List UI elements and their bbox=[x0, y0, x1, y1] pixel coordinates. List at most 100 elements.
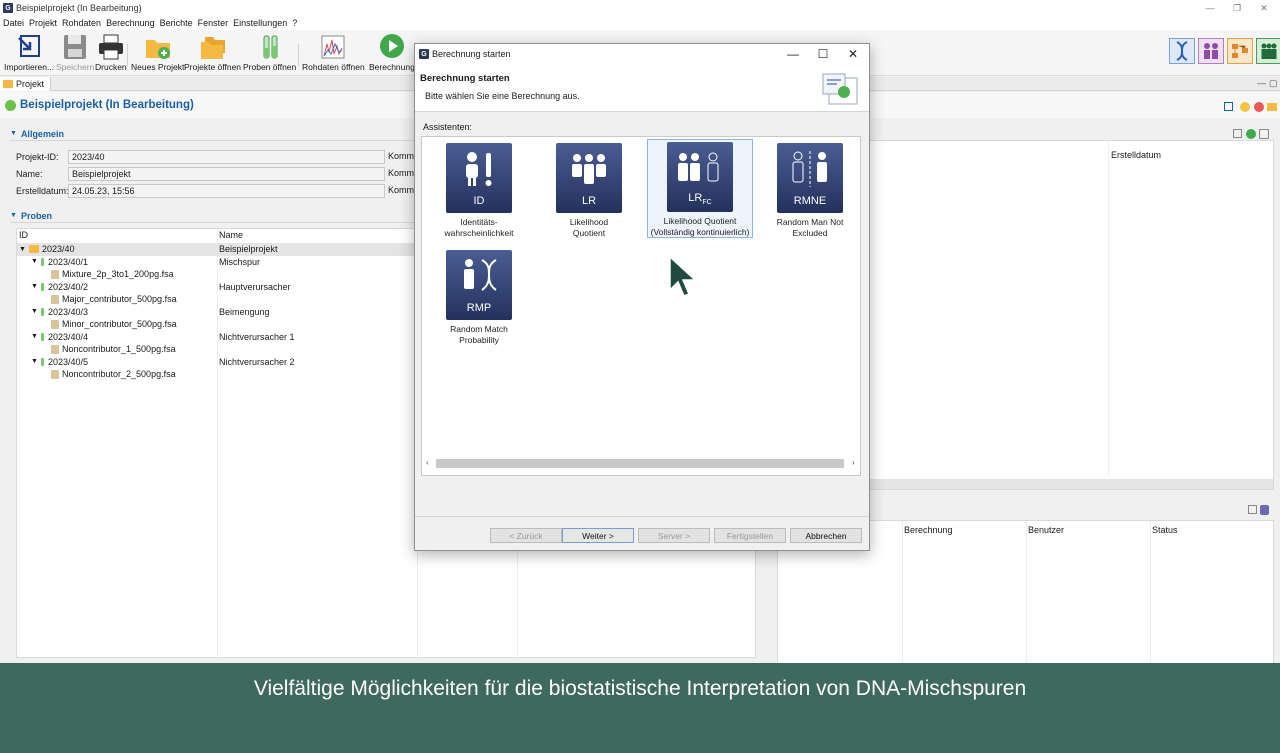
dialog-subtitle: Bitte wählen Sie eine Berechnung aus. bbox=[425, 91, 580, 101]
menu-fenster[interactable]: Fenster bbox=[198, 18, 229, 28]
column-header-id[interactable]: ID bbox=[19, 229, 28, 242]
workflow-icon bbox=[1232, 44, 1248, 58]
menu-datei[interactable]: Datei bbox=[3, 18, 24, 28]
open-projects-button[interactable]: Projekte öffnen bbox=[184, 32, 241, 72]
caption-banner: Vielfältige Möglichkeiten für die biosta… bbox=[0, 663, 1280, 715]
file-icon bbox=[51, 369, 59, 379]
card-random-man-not-excluded[interactable]: RMNE Random Man Not Excluded bbox=[757, 141, 863, 239]
menu-bar: Datei Projekt Rohdaten Berechnung Berich… bbox=[0, 16, 1280, 30]
window-titlebar: G Beispielprojekt (In Bearbeitung) — ❐ ✕ bbox=[0, 0, 1280, 16]
perspective-group-button[interactable] bbox=[1256, 38, 1280, 64]
finish-button[interactable]: Fertigstellen bbox=[714, 528, 786, 543]
file-icon bbox=[51, 294, 59, 304]
group-icon bbox=[1261, 43, 1277, 59]
expand-arrow-icon[interactable]: ▼ bbox=[31, 333, 38, 340]
wizard-banner-icon bbox=[822, 73, 858, 105]
file-icon bbox=[51, 319, 59, 329]
column-header-berechnung[interactable]: Berechnung bbox=[904, 525, 953, 535]
projekt-id-input[interactable]: 2023/40 bbox=[68, 150, 385, 164]
status-yellow-icon[interactable] bbox=[1240, 102, 1250, 112]
rmp-tile: RMP bbox=[446, 250, 512, 320]
open-rawdata-button[interactable]: Rohdaten öffnen bbox=[302, 32, 365, 72]
gallery-scrollbar[interactable] bbox=[436, 459, 844, 468]
print-button[interactable]: Drucken bbox=[95, 32, 127, 72]
card-identity-probability[interactable]: ID Identitäts-wahrscheinlichkeit bbox=[426, 141, 532, 239]
tube-icon bbox=[40, 332, 44, 341]
menu-projekt[interactable]: Projekt bbox=[29, 18, 57, 28]
column-header-status[interactable]: Status bbox=[1152, 525, 1178, 535]
scroll-right-icon[interactable]: › bbox=[852, 458, 855, 467]
tube-icon bbox=[40, 357, 44, 366]
perspective-workflow-button[interactable] bbox=[1227, 38, 1253, 64]
column-header-erstelldatum[interactable]: Erstelldatum bbox=[1111, 150, 1161, 160]
column-header-benutzer[interactable]: Benutzer bbox=[1028, 525, 1064, 535]
tube-icon bbox=[40, 282, 44, 291]
expand-arrow-icon[interactable]: ▼ bbox=[31, 358, 38, 365]
menu-einstellungen[interactable]: Einstellungen bbox=[233, 18, 287, 28]
restore-icon[interactable]: ❐ bbox=[1225, 0, 1249, 16]
tab-projekt[interactable]: Projekt bbox=[0, 77, 52, 91]
minimize-view-icon[interactable]: — bbox=[1257, 78, 1266, 88]
card-likelihood-ratio-continuous[interactable]: LRFC Likelihood Quotient (Vollständig kon… bbox=[647, 139, 753, 238]
dialog-close-icon[interactable]: ✕ bbox=[838, 44, 868, 64]
folder-icon bbox=[3, 80, 13, 88]
server-button[interactable]: Server > bbox=[638, 528, 710, 543]
maximize-view-icon[interactable]: ▢ bbox=[1269, 78, 1278, 89]
folder-small-icon[interactable] bbox=[1267, 103, 1277, 111]
import-button[interactable]: Importieren... bbox=[4, 32, 54, 72]
column-header-name[interactable]: Name bbox=[219, 229, 243, 242]
rmne-tile: RMNE bbox=[777, 143, 843, 213]
start-calculation-dialog: G Berechnung starten — ☐ ✕ Berechnung st… bbox=[414, 43, 870, 551]
status-dot-icon bbox=[5, 99, 16, 111]
persons-icon bbox=[1204, 43, 1218, 59]
new-project-button[interactable]: Neues Projekt bbox=[131, 32, 184, 72]
collapse-arrow-icon: ▼ bbox=[10, 212, 17, 219]
expand-arrow-icon[interactable]: ▼ bbox=[19, 246, 26, 253]
card-random-match-probability[interactable]: RMP Random Match Probability bbox=[426, 248, 532, 346]
persons-divider-icon bbox=[792, 151, 827, 187]
cancel-button[interactable]: Abbrechen bbox=[790, 528, 862, 543]
erstelldatum-input[interactable]: 24.05.23, 15:56 bbox=[68, 184, 385, 198]
run-icon[interactable] bbox=[1246, 129, 1256, 139]
perspective-dna-button[interactable] bbox=[1169, 38, 1195, 64]
name-input[interactable]: Beispielprojekt bbox=[68, 167, 385, 181]
menu-berechnung[interactable]: Berechnung bbox=[106, 18, 155, 28]
menu-rohdaten[interactable]: Rohdaten bbox=[62, 18, 101, 28]
minimize-icon[interactable]: — bbox=[1198, 0, 1222, 16]
scroll-left-icon[interactable]: ‹ bbox=[426, 458, 429, 467]
window-title: Beispielprojekt (In Bearbeitung) bbox=[16, 3, 142, 13]
dialog-titlebar: G Berechnung starten — ☐ ✕ bbox=[415, 44, 869, 64]
file-icon bbox=[51, 269, 59, 279]
dialog-window-title: Berechnung starten bbox=[432, 49, 511, 59]
layout-icon[interactable] bbox=[1248, 505, 1257, 514]
external-link-icon[interactable] bbox=[1224, 102, 1233, 111]
menu-berichte[interactable]: Berichte bbox=[160, 18, 193, 28]
expand-arrow-icon[interactable]: ▼ bbox=[31, 308, 38, 315]
printer-icon bbox=[98, 34, 123, 60]
lrfc-tile: LRFC bbox=[667, 142, 733, 212]
expand-arrow-icon[interactable]: ▼ bbox=[31, 283, 38, 290]
dialog-minimize-icon[interactable]: — bbox=[778, 44, 808, 64]
three-persons-icon bbox=[572, 154, 606, 184]
calculation-button[interactable]: Berechnung bbox=[369, 32, 415, 72]
expand-arrow-icon[interactable]: ▼ bbox=[31, 258, 38, 265]
dialog-maximize-icon[interactable]: ☐ bbox=[808, 44, 838, 64]
open-samples-button[interactable]: Proben öffnen bbox=[243, 32, 296, 72]
app-icon: G bbox=[3, 3, 13, 13]
menu-help[interactable]: ? bbox=[292, 18, 297, 28]
person-dna-icon bbox=[464, 259, 497, 291]
settings-icon[interactable] bbox=[1259, 129, 1269, 139]
layout-icon[interactable] bbox=[1233, 129, 1242, 138]
database-icon[interactable] bbox=[1260, 505, 1269, 515]
back-button[interactable]: < Zurück bbox=[490, 528, 562, 543]
dialog-heading: Berechnung starten bbox=[420, 73, 510, 84]
next-button[interactable]: Weiter > bbox=[562, 528, 634, 543]
assistant-gallery: ID Identitäts-wahrscheinlichkeit LR Like… bbox=[421, 136, 861, 476]
card-likelihood-ratio[interactable]: LR Likelihood Quotient bbox=[536, 141, 642, 239]
close-icon[interactable]: ✕ bbox=[1252, 0, 1276, 16]
app-icon: G bbox=[419, 49, 429, 59]
folder-icon bbox=[28, 245, 39, 254]
perspective-persons-button[interactable] bbox=[1198, 38, 1224, 64]
status-red-icon[interactable] bbox=[1254, 102, 1264, 112]
save-button[interactable]: Speichern bbox=[56, 32, 94, 72]
